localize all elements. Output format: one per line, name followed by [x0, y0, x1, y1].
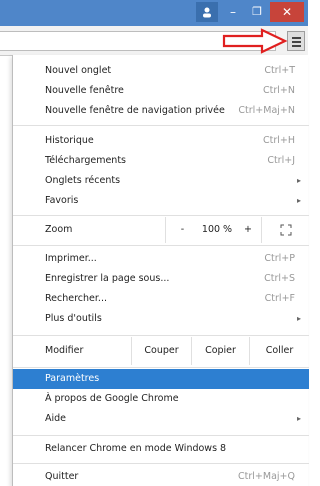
- menu-item-label: Favoris: [45, 195, 79, 206]
- paste-button[interactable]: Coller: [249, 337, 309, 365]
- submenu-arrow-icon: ▸: [296, 414, 301, 423]
- submenu-arrow-icon: ▸: [296, 196, 301, 205]
- window-titlebar: – ❐ ✕: [0, 0, 308, 26]
- menu-separator: [13, 215, 309, 216]
- menu-item-about-chrome[interactable]: À propos de Google Chrome: [13, 389, 309, 409]
- menu-item-relaunch-windows8[interactable]: Relancer Chrome en mode Windows 8: [13, 439, 309, 459]
- menu-item-shortcut: Ctrl+T: [264, 65, 295, 76]
- submenu-arrow-icon: ▸: [296, 176, 301, 185]
- menu-item-label: Quitter: [45, 471, 79, 482]
- menu-item-label: Nouvelle fenêtre de navigation privée: [45, 105, 225, 116]
- hamburger-menu-icon[interactable]: [287, 31, 305, 51]
- maximize-button[interactable]: ❐: [246, 2, 268, 22]
- menu-item-new-window[interactable]: Nouvelle fenêtre Ctrl+N: [13, 81, 309, 101]
- menu-item-shortcut: Ctrl+N: [263, 85, 295, 96]
- submenu-arrow-icon: ▸: [296, 314, 301, 323]
- copy-button[interactable]: Copier: [191, 337, 249, 365]
- menu-item-label: Téléchargements: [45, 155, 126, 166]
- menu-item-new-private-window[interactable]: Nouvelle fenêtre de navigation privée Ct…: [13, 101, 309, 121]
- user-icon[interactable]: [196, 2, 218, 22]
- menu-item-shortcut: Ctrl+J: [267, 155, 295, 166]
- menu-item-label: Nouvel onglet: [45, 65, 112, 76]
- menu-item-label: Rechercher...: [45, 293, 107, 304]
- menu-item-shortcut: Ctrl+F: [264, 293, 295, 304]
- fullscreen-icon[interactable]: [261, 217, 309, 243]
- menu-item-bookmarks[interactable]: Favoris ▸: [13, 191, 309, 211]
- menu-item-print[interactable]: Imprimer... Ctrl+P: [13, 249, 309, 269]
- menu-item-shortcut: Ctrl+Maj+Q: [238, 471, 295, 482]
- menu-separator: [13, 463, 309, 464]
- menu-item-label: À propos de Google Chrome: [45, 393, 179, 404]
- red-arrow-annotation: [222, 28, 288, 54]
- menu-item-quit[interactable]: Quitter Ctrl+Maj+Q: [13, 467, 309, 486]
- menu-item-label: Onglets récents: [45, 175, 121, 186]
- menu-separator: [13, 367, 309, 368]
- menu-separator: [13, 125, 309, 126]
- menu-item-help[interactable]: Aide ▸: [13, 409, 309, 429]
- close-button[interactable]: ✕: [270, 2, 304, 22]
- menu-separator: [13, 435, 309, 436]
- menu-item-shortcut: Ctrl+H: [262, 135, 295, 146]
- menu-item-label: Relancer Chrome en mode Windows 8: [45, 443, 227, 454]
- menu-item-label: Imprimer...: [45, 253, 97, 264]
- menu-item-settings[interactable]: Paramètres: [13, 369, 309, 389]
- edit-row: Modifier Couper Copier Coller: [13, 337, 309, 365]
- menu-item-label: Enregistrer la page sous...: [45, 273, 170, 284]
- menu-item-label: Plus d'outils: [45, 313, 102, 324]
- zoom-in-button[interactable]: +: [235, 217, 261, 243]
- menu-separator: [13, 335, 309, 336]
- menu-item-label: Historique: [45, 135, 94, 146]
- chrome-main-menu: Nouvel onglet Ctrl+T Nouvelle fenêtre Ct…: [12, 55, 309, 486]
- zoom-out-button[interactable]: -: [165, 217, 199, 243]
- menu-item-shortcut: Ctrl+Maj+N: [238, 105, 295, 116]
- menu-item-save-page[interactable]: Enregistrer la page sous... Ctrl+S: [13, 269, 309, 289]
- menu-item-history[interactable]: Historique Ctrl+H: [13, 131, 309, 151]
- menu-item-label: Paramètres: [45, 373, 100, 384]
- menu-item-label: Nouvelle fenêtre: [45, 85, 124, 96]
- menu-item-recent-tabs[interactable]: Onglets récents ▸: [13, 171, 309, 191]
- menu-item-shortcut: Ctrl+S: [264, 273, 295, 284]
- minimize-button[interactable]: –: [222, 2, 244, 22]
- menu-item-shortcut: Ctrl+P: [264, 253, 295, 264]
- zoom-level-value: 100 %: [201, 224, 233, 235]
- zoom-label: Zoom: [45, 224, 73, 235]
- edit-label: Modifier: [45, 345, 84, 356]
- menu-item-new-tab[interactable]: Nouvel onglet Ctrl+T: [13, 61, 309, 81]
- menu-item-more-tools[interactable]: Plus d'outils ▸: [13, 309, 309, 329]
- menu-item-label: Aide: [45, 413, 67, 424]
- zoom-row: Zoom - 100 % +: [13, 217, 309, 243]
- menu-item-find[interactable]: Rechercher... Ctrl+F: [13, 289, 309, 309]
- cut-button[interactable]: Couper: [131, 337, 191, 365]
- menu-separator: [13, 245, 309, 246]
- menu-item-downloads[interactable]: Téléchargements Ctrl+J: [13, 151, 309, 171]
